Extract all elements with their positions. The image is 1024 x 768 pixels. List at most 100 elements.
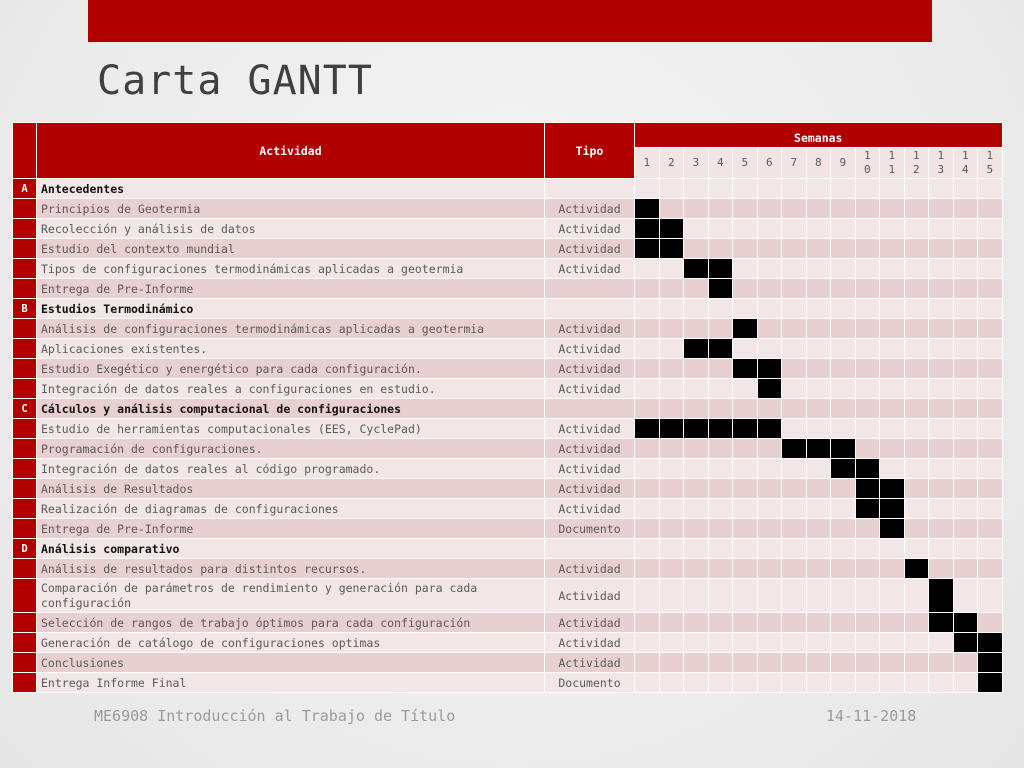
activity-type: Actividad [544,198,635,219]
header-row-top: Actividad Tipo Semanas [12,122,1003,179]
activity-row: Estudio de herramientas computacionales … [12,418,1003,439]
gantt-empty-cell [634,612,660,633]
gantt-empty-cell [903,518,929,539]
week-header-13: 13 [928,147,954,179]
gantt-empty-cell [928,338,954,359]
activity-label: Estudios Termodinámico [36,298,545,319]
gantt-empty-cell [879,278,905,299]
gantt-empty-cell [977,238,1003,259]
gantt-empty-cell [830,318,856,339]
gantt-bar-cell [952,632,978,653]
gantt-empty-cell [683,458,709,479]
row-code [12,198,37,219]
gantt-empty-cell [879,338,905,359]
gantt-bar-cell [879,518,905,539]
gantt-empty-cell [903,672,929,693]
gantt-empty-cell [707,218,733,239]
row-code [12,672,37,693]
row-code [12,578,37,613]
gantt-empty-cell [879,398,905,419]
gantt-empty-cell [732,538,758,559]
activity-row: Estudio del contexto mundial Actividad [12,238,1003,259]
gantt-empty-cell [903,612,929,633]
gantt-empty-cell [854,178,880,199]
gantt-empty-cell [952,518,978,539]
gantt-empty-cell [879,218,905,239]
gantt-empty-cell [879,558,905,579]
gantt-empty-cell [805,518,831,539]
row-code [12,518,37,539]
footer-course: ME6908 Introducción al Trabajo de Título [94,707,456,725]
gantt-empty-cell [805,258,831,279]
gantt-empty-cell [952,672,978,693]
row-code [12,378,37,399]
gantt-empty-cell [781,632,807,653]
gantt-empty-cell [805,178,831,199]
gantt-empty-cell [854,298,880,319]
row-code: B [12,298,37,319]
gantt-empty-cell [952,378,978,399]
row-code [12,438,37,459]
gantt-empty-cell [903,198,929,219]
gantt-empty-cell [658,318,684,339]
gantt-empty-cell [830,198,856,219]
activity-row: Análisis de configuraciones termodinámic… [12,318,1003,339]
gantt-empty-cell [952,458,978,479]
gantt-empty-cell [977,612,1003,633]
week-header-2: 2 [658,147,684,179]
gantt-empty-cell [683,178,709,199]
gantt-empty-cell [928,378,954,399]
gantt-empty-cell [854,218,880,239]
gantt-empty-cell [732,578,758,613]
activity-row: Realización de diagramas de configuracio… [12,498,1003,519]
gantt-empty-cell [854,672,880,693]
gantt-empty-cell [977,198,1003,219]
gantt-empty-cell [658,478,684,499]
gantt-empty-cell [732,218,758,239]
gantt-empty-cell [658,178,684,199]
gantt-empty-cell [781,258,807,279]
gantt-empty-cell [805,498,831,519]
gantt-empty-cell [805,672,831,693]
gantt-empty-cell [683,398,709,419]
gantt-empty-cell [805,218,831,239]
gantt-empty-cell [928,278,954,299]
gantt-bar-cell [683,258,709,279]
gantt-empty-cell [805,318,831,339]
gantt-empty-cell [634,278,660,299]
gantt-empty-cell [977,178,1003,199]
gantt-empty-cell [879,238,905,259]
gantt-empty-cell [854,652,880,673]
gantt-empty-cell [707,498,733,519]
gantt-empty-cell [952,538,978,559]
gantt-empty-cell [781,672,807,693]
gantt-empty-cell [879,358,905,379]
activity-type: Actividad [544,498,635,519]
row-code [12,558,37,579]
row-code [12,238,37,259]
gantt-empty-cell [756,538,782,559]
gantt-bar-cell [658,418,684,439]
activity-row: Análisis de resultados para distintos re… [12,558,1003,579]
gantt-empty-cell [977,298,1003,319]
gantt-chart-table: Actividad Tipo Semanas 12345678910111213… [12,122,1003,693]
gantt-empty-cell [977,218,1003,239]
gantt-empty-cell [854,278,880,299]
gantt-empty-cell [928,238,954,259]
gantt-bar-cell [977,632,1003,653]
week-header-1: 1 [634,147,660,179]
header-actividad: Actividad [36,122,545,179]
gantt-empty-cell [683,238,709,259]
gantt-bar-cell [658,218,684,239]
gantt-empty-cell [805,458,831,479]
header-tipo: Tipo [544,122,635,179]
gantt-empty-cell [928,498,954,519]
gantt-empty-cell [683,672,709,693]
activity-row: Entrega de Pre-Informe Documento [12,518,1003,539]
gantt-empty-cell [756,672,782,693]
gantt-bar-cell [854,458,880,479]
gantt-bar-cell [707,258,733,279]
gantt-empty-cell [903,652,929,673]
gantt-empty-cell [658,558,684,579]
gantt-empty-cell [781,198,807,219]
